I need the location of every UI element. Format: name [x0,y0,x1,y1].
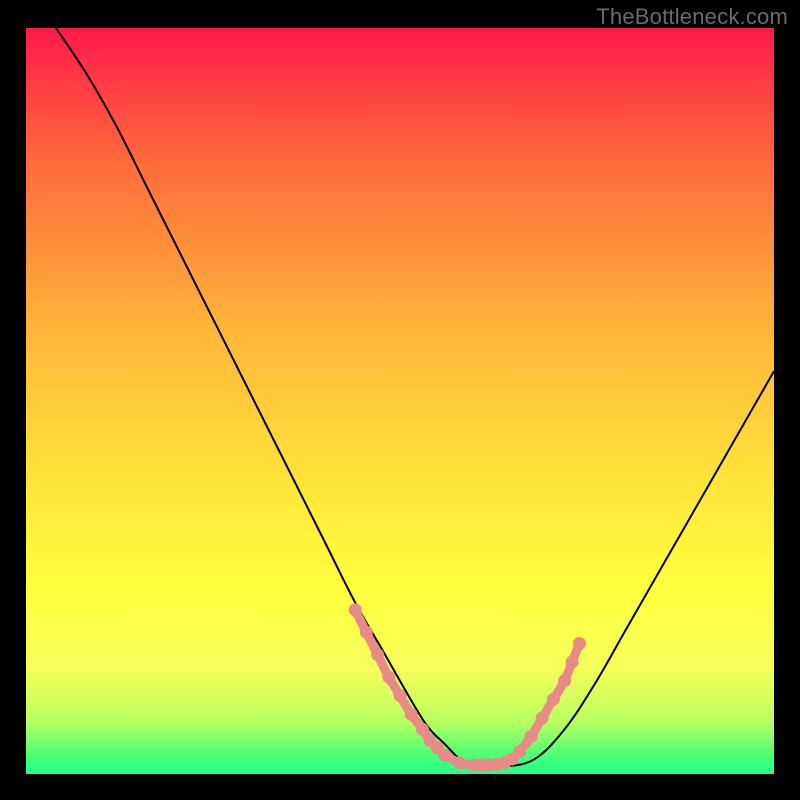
highlight-right-point [573,637,586,650]
highlight-right-point [536,712,549,725]
highlight-left-point [405,708,418,721]
highlight-right-point [513,745,526,758]
highlight-left-point [349,603,362,616]
chart-svg [26,28,774,774]
plot-area [26,28,774,774]
highlight-left-point [382,671,395,684]
highlight-right-point [547,693,560,706]
highlight-right-point [558,674,571,687]
highlight-bottom-point [453,756,466,769]
highlight-right-point [524,730,537,743]
highlight-left-point [360,626,373,639]
gradient-background [26,28,774,774]
highlight-left-point [371,648,384,661]
chart-frame: TheBottleneck.com [0,0,800,800]
watermark-text: TheBottleneck.com [596,4,788,30]
highlight-left-point [416,723,429,736]
highlight-right-point [566,656,579,669]
highlight-left-point [394,689,407,702]
highlight-bottom-point [438,749,451,762]
